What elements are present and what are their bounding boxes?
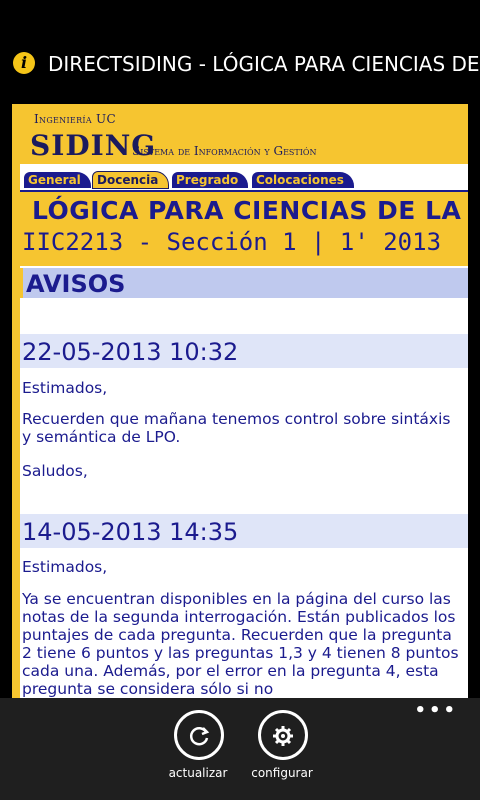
tab-docencia[interactable]: Docencia <box>92 171 170 189</box>
notice-paragraph: Recuerden que mañana tenemos control sob… <box>22 410 451 446</box>
tab-colocaciones[interactable]: Colocaciones <box>252 172 354 188</box>
section-title: AVISOS <box>26 270 126 298</box>
notice-paragraph: Estimados, <box>22 379 108 397</box>
notice-paragraph: Estimados, <box>22 558 108 576</box>
settings-label: configurar <box>251 766 313 780</box>
more-menu-icon[interactable]: ••• <box>414 700 458 721</box>
notice-date: 22-05-2013 10:32 <box>22 338 239 366</box>
app-title: DIRECTSIDING - LÓGICA PARA CIENCIAS DE L… <box>48 52 480 76</box>
course-subtitle: IIC2213 - Sección 1 | 1' 2013 <box>22 228 442 256</box>
gear-icon <box>271 721 295 749</box>
refresh-icon <box>186 721 212 749</box>
course-title: LÓGICA PARA CIENCIAS DE LA <box>32 196 462 225</box>
brand-subtitle: Sistema de Información y Gestión <box>132 144 317 158</box>
refresh-label: actualizar <box>168 766 228 780</box>
notice-paragraph: Saludos, <box>22 462 88 480</box>
tab-general[interactable]: General <box>24 172 91 188</box>
notice-date: 14-05-2013 14:35 <box>22 518 239 546</box>
settings-button[interactable] <box>258 710 308 760</box>
brand-institution: Ingeniería UC <box>34 112 116 126</box>
tab-pregrado[interactable]: Pregrado <box>172 172 249 188</box>
notice-paragraph: Ya se encuentran disponibles en la págin… <box>22 590 459 698</box>
web-view[interactable]: Ingeniería UC SIDING Sistema de Informac… <box>12 104 468 698</box>
info-icon[interactable]: i <box>13 52 35 74</box>
refresh-button[interactable] <box>174 710 224 760</box>
app-bar <box>0 698 480 800</box>
site-tabs: General Docencia Pregrado Colocaciones <box>20 170 468 190</box>
